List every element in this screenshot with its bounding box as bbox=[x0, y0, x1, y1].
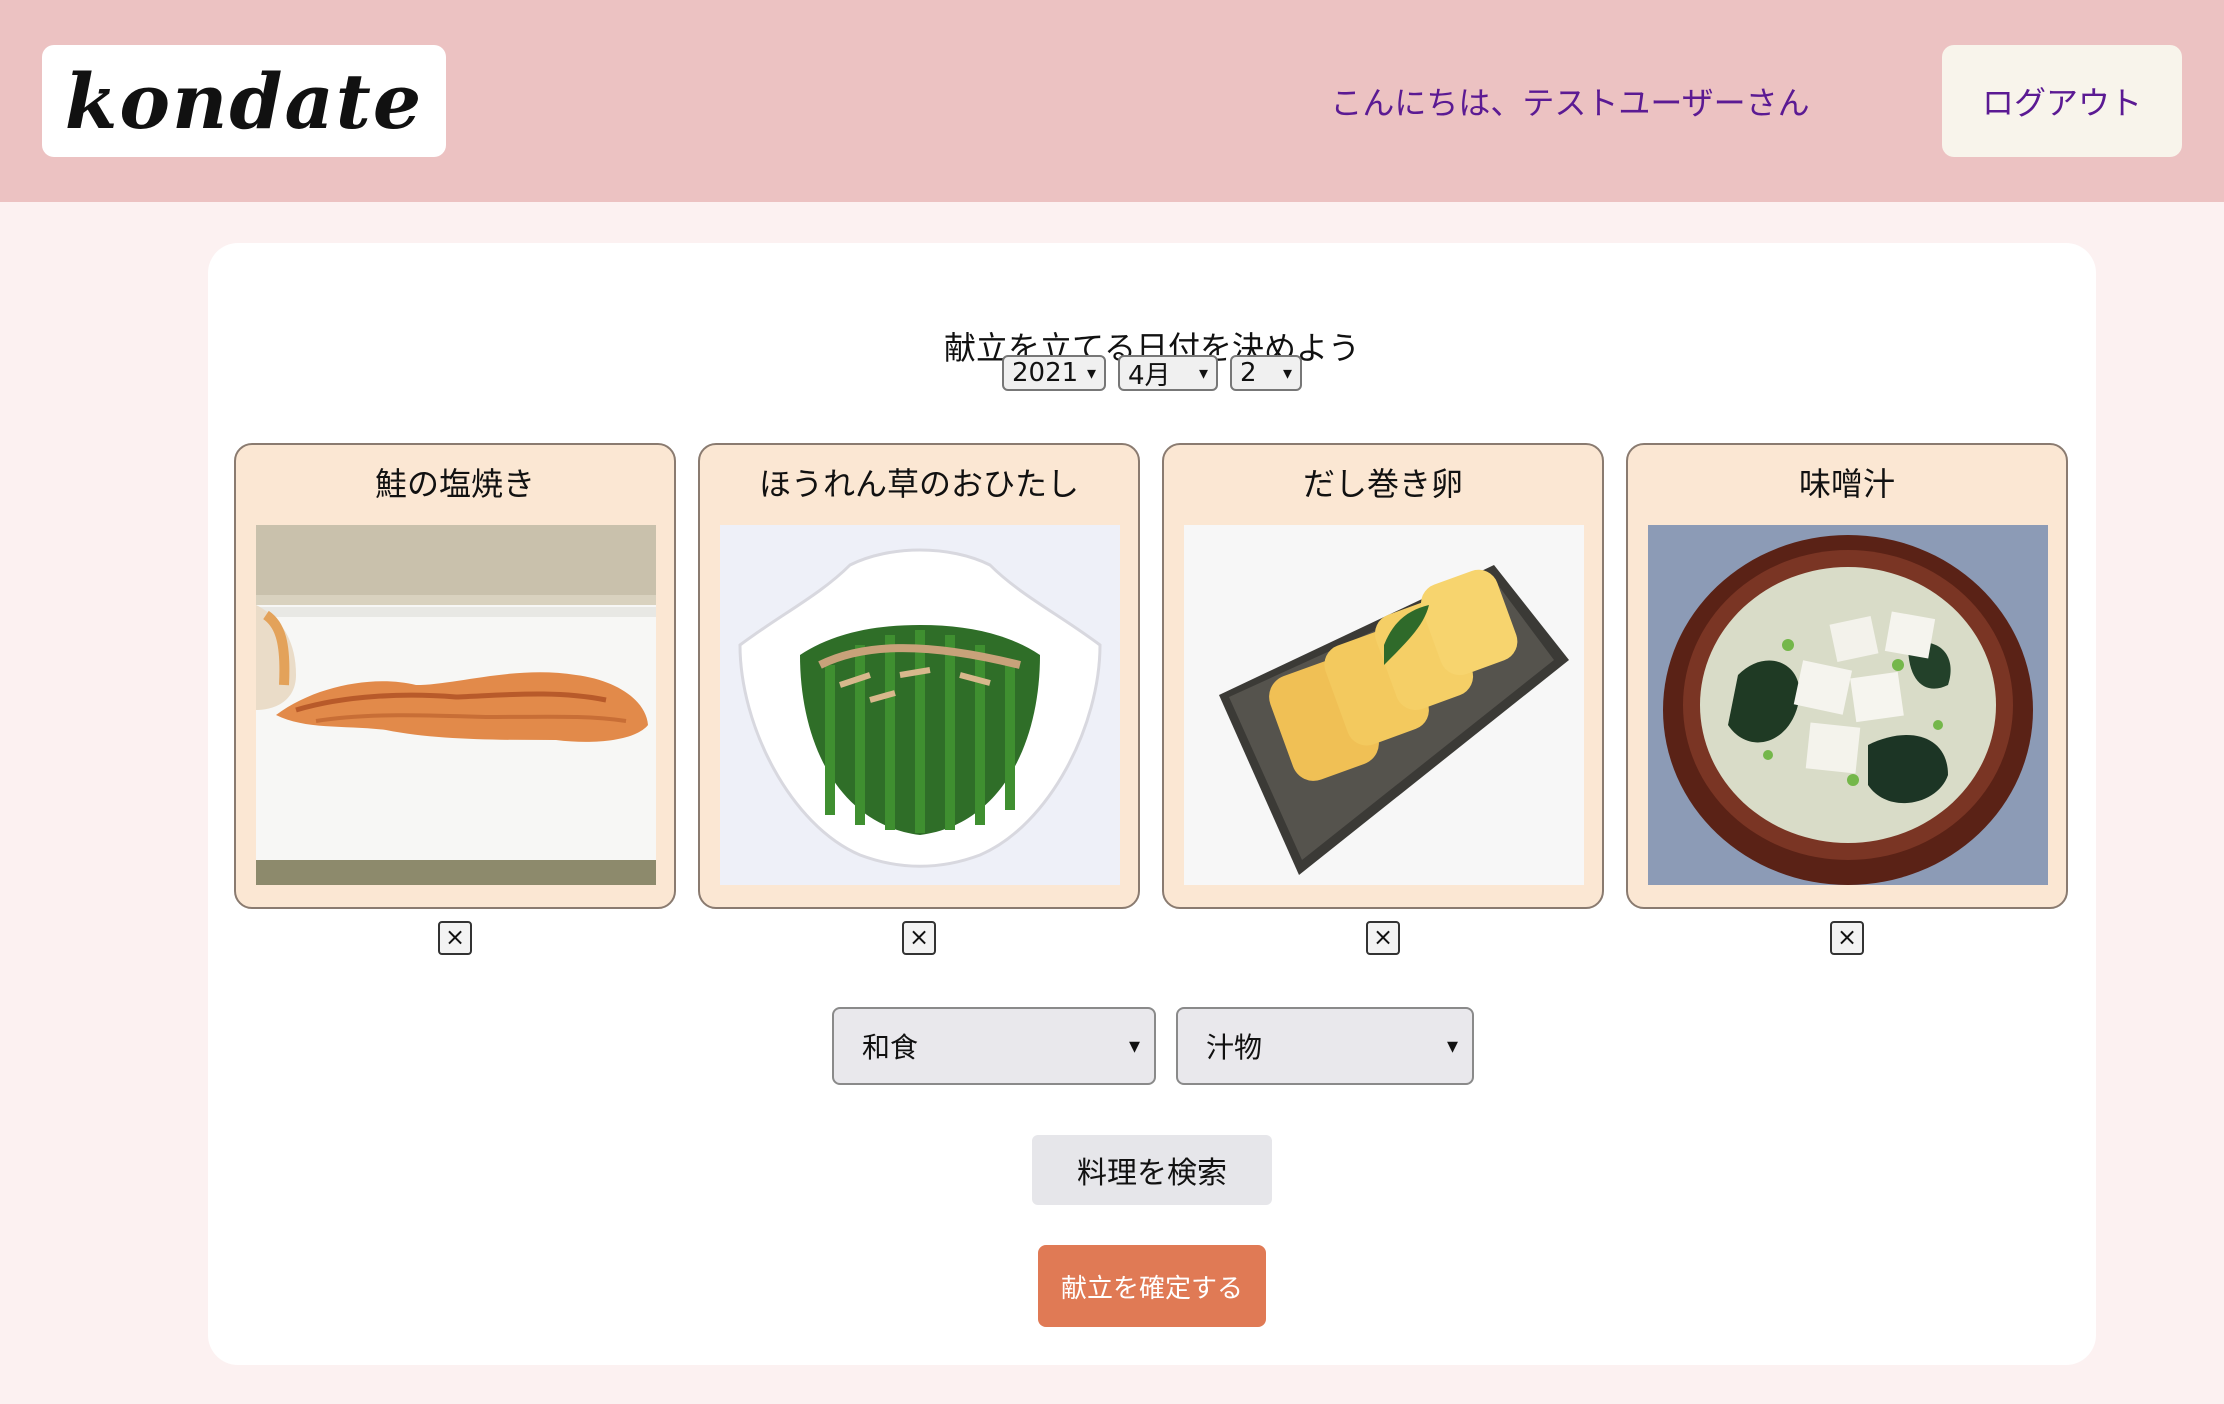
dish-name: 鮭の塩焼き bbox=[374, 465, 535, 503]
logout-button[interactable]: ログアウト bbox=[1942, 45, 2182, 157]
dish-name: 味噌汁 bbox=[1798, 465, 1895, 503]
month-select[interactable]: 4月 ▾ bbox=[1118, 355, 1218, 391]
miso-soup-image bbox=[1648, 525, 2048, 885]
year-select[interactable]: 2021 ▾ bbox=[1002, 355, 1106, 391]
grilled-salmon-photo bbox=[256, 525, 656, 885]
year-value: 2021 bbox=[1012, 358, 1079, 388]
dish-name: ほうれん草のおひたし bbox=[758, 465, 1079, 503]
dish-card[interactable]: ほうれん草のおひたし bbox=[698, 443, 1140, 909]
dashimaki-egg-photo bbox=[1184, 525, 1584, 885]
category-value: 汁物 bbox=[1206, 1031, 1263, 1064]
grilled-salmon-image bbox=[256, 525, 656, 885]
menu-planner-card: 献立を立てる日付を決めよう 2021 ▾ 4月 ▾ 2 ▾ 鮭の塩焼き × ほう… bbox=[208, 243, 2096, 1365]
cuisine-select[interactable]: 和食 ▾ bbox=[832, 1007, 1156, 1085]
date-selector: 2021 ▾ 4月 ▾ 2 ▾ bbox=[208, 355, 2096, 391]
remove-dish-button[interactable]: × bbox=[438, 921, 472, 955]
chevron-down-icon: ▾ bbox=[1282, 362, 1292, 384]
chevron-down-icon: ▾ bbox=[1446, 1033, 1458, 1059]
dashimaki-egg-image bbox=[1184, 525, 1584, 885]
confirm-menu-button[interactable]: 献立を確定する bbox=[1038, 1245, 1266, 1327]
remove-dish-button[interactable]: × bbox=[1830, 921, 1864, 955]
day-value: 2 bbox=[1240, 358, 1257, 388]
month-value: 4月 bbox=[1128, 360, 1171, 391]
logo[interactable]: kondate bbox=[42, 45, 446, 157]
chevron-down-icon: ▾ bbox=[1086, 362, 1096, 384]
page: kondate こんにちは、テストユーザーさん ログアウト 献立を立てる日付を決… bbox=[0, 0, 2224, 1404]
chevron-down-icon: ▾ bbox=[1128, 1033, 1140, 1059]
dish-card[interactable]: 味噌汁 bbox=[1626, 443, 2068, 909]
header-bar: kondate こんにちは、テストユーザーさん ログアウト bbox=[0, 0, 2224, 202]
dish-card[interactable]: 鮭の塩焼き bbox=[234, 443, 676, 909]
logo-text: kondate bbox=[64, 56, 424, 146]
chevron-down-icon: ▾ bbox=[1198, 362, 1208, 384]
category-select[interactable]: 汁物 ▾ bbox=[1176, 1007, 1474, 1085]
remove-dish-button[interactable]: × bbox=[1366, 921, 1400, 955]
day-select[interactable]: 2 ▾ bbox=[1230, 355, 1302, 391]
spinach-ohitashi-photo bbox=[720, 525, 1120, 885]
dish-card[interactable]: だし巻き卵 bbox=[1162, 443, 1604, 909]
spinach-ohitashi-image bbox=[720, 525, 1120, 885]
search-dish-button[interactable]: 料理を検索 bbox=[1032, 1135, 1272, 1205]
greeting-text: こんにちは、テストユーザーさん bbox=[1330, 84, 1810, 122]
miso-soup-photo bbox=[1648, 525, 2048, 885]
remove-dish-button[interactable]: × bbox=[902, 921, 936, 955]
dish-name: だし巻き卵 bbox=[1302, 465, 1463, 503]
cuisine-value: 和食 bbox=[862, 1031, 919, 1064]
